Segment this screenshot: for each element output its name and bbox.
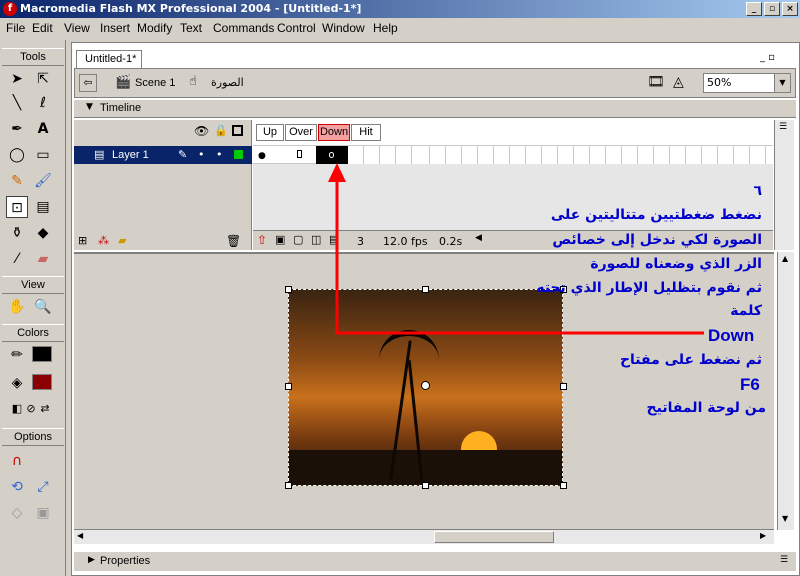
properties-menu-icon[interactable]: ☰ bbox=[780, 555, 788, 565]
stage-vscroll[interactable]: ▲ ▼ bbox=[777, 252, 794, 530]
hscroll-thumb[interactable] bbox=[434, 531, 554, 543]
instruction-line-1: نضغط ضغطتيين متتاليتين على bbox=[550, 207, 762, 223]
instruction-line-3: الزر الذي وضعناه للصورة bbox=[590, 256, 762, 272]
properties-expand-icon[interactable]: ▶ bbox=[88, 555, 95, 565]
instruction-line-2: الصورة لكي ندخل إلى خصائص bbox=[552, 232, 762, 248]
scroll-right-icon[interactable]: ▶ bbox=[760, 531, 766, 540]
instruction-line-6: ثم نضغط على مفتاح bbox=[619, 352, 762, 368]
scroll-down-icon[interactable]: ▼ bbox=[782, 514, 788, 523]
word-f6: F6 bbox=[740, 375, 760, 394]
word-down: Down bbox=[708, 326, 755, 345]
properties-label: Properties bbox=[100, 555, 151, 567]
instruction-line-5: كلمة bbox=[730, 303, 762, 319]
scroll-left-icon[interactable]: ◀ bbox=[77, 531, 83, 540]
instruction-line-4: ثم نقوم بتظليل الإطار الذي تحته bbox=[536, 280, 762, 296]
stage-hscroll[interactable]: ◀ ▶ bbox=[74, 529, 774, 544]
step-number: ٦ bbox=[753, 183, 762, 199]
instruction-line-7: من لوحة المفاتيح bbox=[646, 400, 766, 416]
scroll-up-icon[interactable]: ▲ bbox=[782, 254, 788, 263]
properties-panel-header[interactable]: ▶ Properties ☰ bbox=[74, 551, 796, 571]
